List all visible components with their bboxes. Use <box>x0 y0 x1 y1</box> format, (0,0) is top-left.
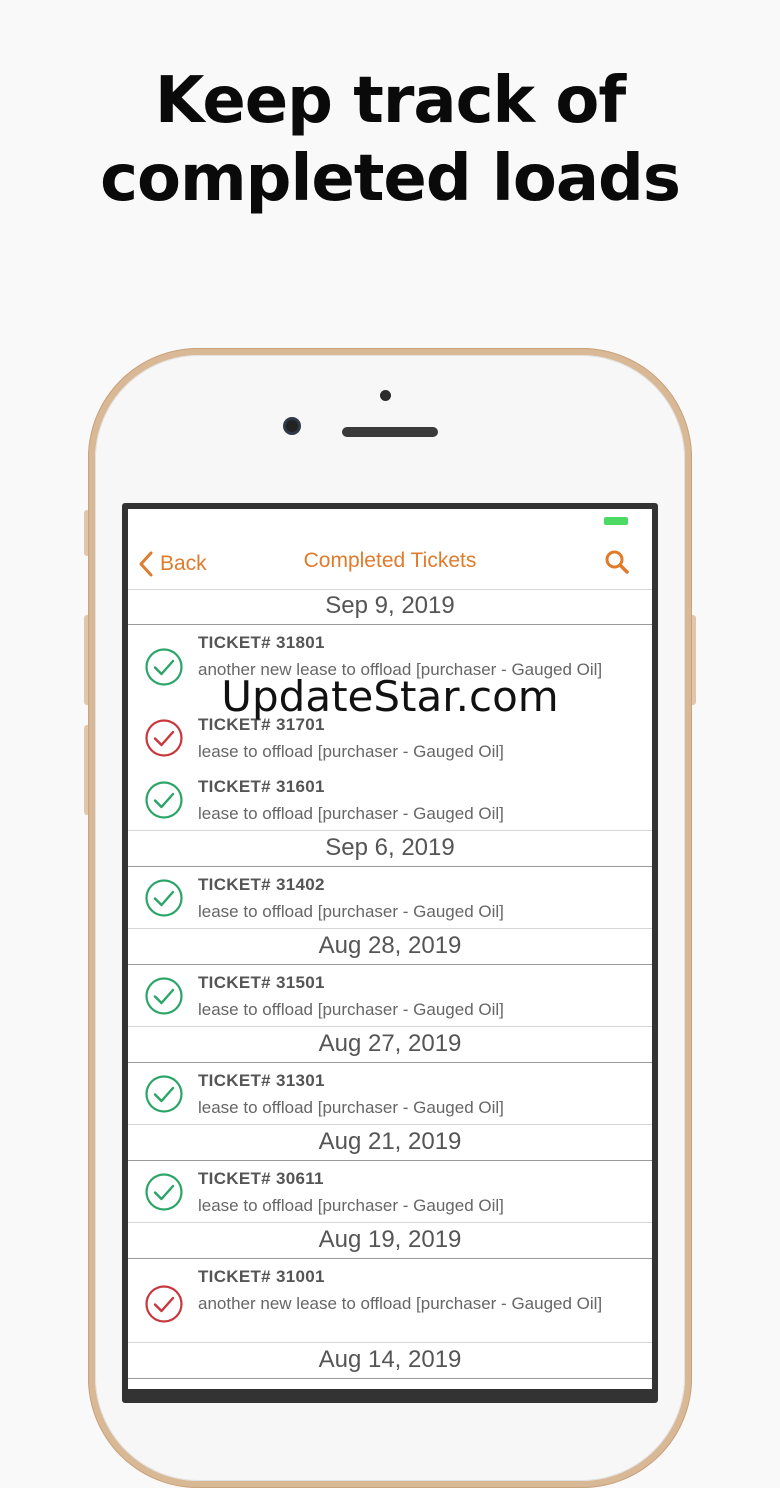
ticket-description: lease to offload [purchaser - Gauged Oil… <box>198 804 504 823</box>
proximity-sensor <box>380 390 391 401</box>
ticket-row[interactable]: TICKET# 31801 another new lease to offloa… <box>128 625 652 707</box>
date-header: Aug 28, 2019 <box>128 929 652 965</box>
check-circle-icon <box>145 1075 183 1113</box>
check-circle-icon <box>145 1173 183 1211</box>
date-header: Sep 9, 2019 <box>128 589 652 625</box>
date-header: Aug 21, 2019 <box>128 1125 652 1161</box>
ticket-description: another new lease to offload [purchaser … <box>198 660 603 679</box>
ticket-description: lease to offload [purchaser - Gauged Oil… <box>198 902 504 921</box>
check-circle-icon <box>145 977 183 1015</box>
ticket-list[interactable]: Sep 9, 2019 TICKET# 31801 another new leas… <box>128 589 652 1379</box>
ticket-row[interactable]: TICKET# 31501 lease to offload [purchaser… <box>128 965 652 1027</box>
earpiece-speaker <box>342 427 438 437</box>
error-check-circle-icon <box>145 719 183 757</box>
error-check-circle-icon <box>145 1285 183 1323</box>
ticket-number: TICKET# 31601 <box>198 777 325 796</box>
headline-line-1: Keep track of <box>154 64 626 138</box>
ticket-number: TICKET# 31501 <box>198 973 325 992</box>
ticket-number: TICKET# 30611 <box>198 1169 324 1188</box>
chevron-left-icon <box>139 551 153 577</box>
front-camera-icon <box>286 420 298 432</box>
date-header: Aug 27, 2019 <box>128 1027 652 1063</box>
headline: Keep track of completed loads <box>0 62 780 218</box>
back-button[interactable]: Back <box>138 547 207 581</box>
app-screen: Back Completed Tickets Sep 9, 2019 TICKET… <box>128 509 652 1389</box>
ticket-description: lease to offload [purchaser - Gauged Oil… <box>198 1098 504 1117</box>
battery-icon <box>604 517 628 525</box>
check-circle-icon <box>145 781 183 819</box>
ticket-row[interactable]: TICKET# 31402 lease to offload [purchaser… <box>128 867 652 929</box>
headline-line-2: completed loads <box>100 142 681 216</box>
ticket-row[interactable]: TICKET# 31601 lease to offload [purchaser… <box>128 769 652 831</box>
date-header: Sep 6, 2019 <box>128 831 652 867</box>
search-icon[interactable] <box>604 549 630 575</box>
ticket-number: TICKET# 31001 <box>198 1267 325 1286</box>
ticket-row[interactable]: TICKET# 31701 lease to offload [purchaser… <box>128 707 652 769</box>
ticket-description: lease to offload [purchaser - Gauged Oil… <box>198 742 504 761</box>
ticket-number: TICKET# 31402 <box>198 875 325 894</box>
date-header: Aug 14, 2019 <box>128 1343 652 1379</box>
ticket-row[interactable]: TICKET# 31301 lease to offload [purchaser… <box>128 1063 652 1125</box>
back-label: Back <box>160 552 207 575</box>
navigation-bar: Back Completed Tickets <box>128 539 652 590</box>
check-circle-icon <box>145 879 183 917</box>
check-circle-icon <box>145 648 183 686</box>
ticket-description: another new lease to offload [purchaser … <box>198 1294 603 1313</box>
ticket-number: TICKET# 31801 <box>198 633 325 652</box>
ticket-row[interactable]: TICKET# 30611 lease to offload [purchaser… <box>128 1161 652 1223</box>
date-header: Aug 19, 2019 <box>128 1223 652 1259</box>
ticket-number: TICKET# 31301 <box>198 1071 325 1090</box>
ticket-description: lease to offload [purchaser - Gauged Oil… <box>198 1000 504 1019</box>
ticket-description: lease to offload [purchaser - Gauged Oil… <box>198 1196 504 1215</box>
ticket-number: TICKET# 31701 <box>198 715 325 734</box>
ticket-row[interactable]: TICKET# 31001 another new lease to offloa… <box>128 1259 652 1343</box>
